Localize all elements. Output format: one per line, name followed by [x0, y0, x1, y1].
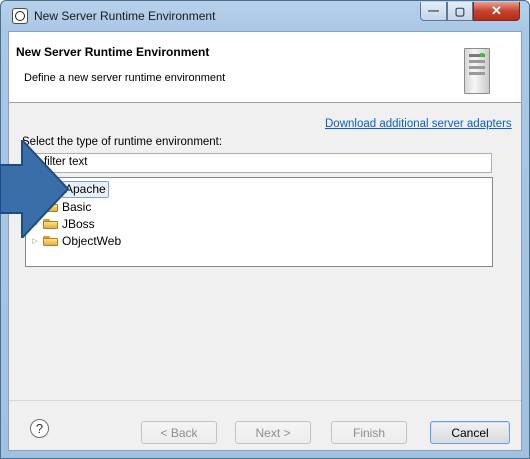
back-button[interactable]: < Back: [141, 421, 217, 444]
wizard-description: Define a new server runtime environment: [24, 72, 226, 84]
server-icon: [464, 48, 490, 94]
arrow-shape: [0, 140, 70, 238]
minimize-button[interactable]: —: [420, 2, 447, 21]
next-button[interactable]: Next >: [235, 421, 311, 444]
download-adapters-link[interactable]: Download additional server adapters: [325, 118, 512, 130]
filter-input[interactable]: pe filter text: [22, 153, 492, 173]
maximize-button[interactable]: ▢: [447, 2, 473, 21]
eclipse-app-icon: [12, 8, 28, 24]
tree-item-label: ObjectWeb: [62, 233, 122, 248]
window-title: New Server Runtime Environment: [34, 9, 216, 23]
help-icon[interactable]: ?: [30, 419, 49, 438]
wizard-title: New Server Runtime Environment: [16, 45, 210, 59]
wizard-header: New Server Runtime Environment Define a …: [9, 32, 521, 103]
runtime-tree[interactable]: ▷ Apache ▷ Basic ▷ JBoss ▷ ObjectWeb: [25, 177, 493, 267]
finish-button[interactable]: Finish: [331, 421, 407, 444]
close-button[interactable]: ✕: [473, 2, 520, 21]
dialog-window: New Server Runtime Environment — ▢ ✕ New…: [0, 0, 530, 459]
cancel-button[interactable]: Cancel: [430, 421, 510, 444]
title-bar[interactable]: New Server Runtime Environment — ▢ ✕: [1, 1, 529, 31]
dialog-client-area: New Server Runtime Environment Define a …: [8, 31, 522, 451]
annotation-arrow-icon: [0, 140, 70, 238]
footer-divider: [9, 400, 521, 401]
